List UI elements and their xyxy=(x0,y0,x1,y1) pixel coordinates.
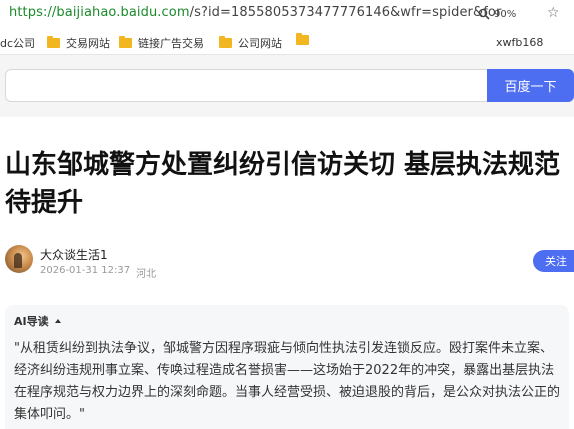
search-bar: 百度一下 xyxy=(0,55,574,117)
search-input[interactable] xyxy=(5,69,487,102)
bookmark-label: dc公司 xyxy=(0,37,36,50)
ai-summary-title: AI导读 xyxy=(14,315,49,328)
url-path: /s?id=1855805373477776146&wfr=spider&for xyxy=(189,5,502,20)
magnifier-icon xyxy=(478,8,490,20)
publish-date: 2026-01-31 12:37 xyxy=(40,265,131,276)
ai-summary-header[interactable]: AI导读 xyxy=(14,313,61,329)
bookmark-folder[interactable]: 链接广告交易 xyxy=(119,35,204,51)
bookmark-item[interactable]: dc公司 xyxy=(0,35,35,51)
star-icon[interactable]: ☆ xyxy=(547,6,560,20)
author-name[interactable]: 大众谈生活1 xyxy=(40,246,108,263)
avatar[interactable] xyxy=(5,245,33,273)
caret-up-icon xyxy=(54,319,61,323)
search-button[interactable]: 百度一下 xyxy=(487,69,574,102)
bookmark-label: 链接广告交易 xyxy=(138,37,204,50)
folder-icon xyxy=(119,36,132,48)
author-row: 大众谈生活1 2026-01-31 12:37 河北 关注 xyxy=(5,245,574,281)
bookmarks-bar: dc公司 交易网站 链接广告交易 公司网站 xwfb168 xyxy=(0,27,574,55)
follow-button[interactable]: 关注 xyxy=(533,250,574,272)
url-field[interactable]: https://baijiahao.baidu.com/s?id=1855805… xyxy=(9,5,501,20)
bookmark-item-right[interactable]: xwfb168 xyxy=(496,36,543,49)
folder-icon xyxy=(47,36,60,48)
url-protocol: https:// xyxy=(9,5,57,20)
article-title: 山东邹城警方处置纠纷引信访关切 基层执法规范待提升 xyxy=(5,150,561,218)
bookmark-folder[interactable]: 交易网站 xyxy=(47,35,110,51)
folder-icon xyxy=(296,33,309,45)
publish-location: 河北 xyxy=(136,269,157,280)
bookmark-label: 公司网站 xyxy=(238,37,282,50)
ai-summary-text: "从租赁纠纷到执法争议，邹城警方因程序瑕疵与倾向性执法引发连锁反应。殴打案件未立… xyxy=(14,341,561,422)
ai-summary-box: AI导读 "从租赁纠纷到执法争议，邹城警方因程序瑕疵与倾向性执法引发连锁反应。殴… xyxy=(5,305,569,429)
bookmark-folder[interactable]: 公司网站 xyxy=(219,35,282,51)
zoom-indicator[interactable]: 90% xyxy=(478,6,516,22)
bookmark-label: 交易网站 xyxy=(66,37,110,50)
bookmark-folder[interactable] xyxy=(296,33,309,45)
url-host: baijiahao.baidu.com xyxy=(56,5,190,20)
folder-icon xyxy=(219,36,232,48)
address-bar[interactable]: https://baijiahao.baidu.com/s?id=1855805… xyxy=(0,0,574,27)
article-meta: 2026-01-31 12:37 河北 xyxy=(40,265,156,280)
zoom-level: 90% xyxy=(494,8,517,20)
